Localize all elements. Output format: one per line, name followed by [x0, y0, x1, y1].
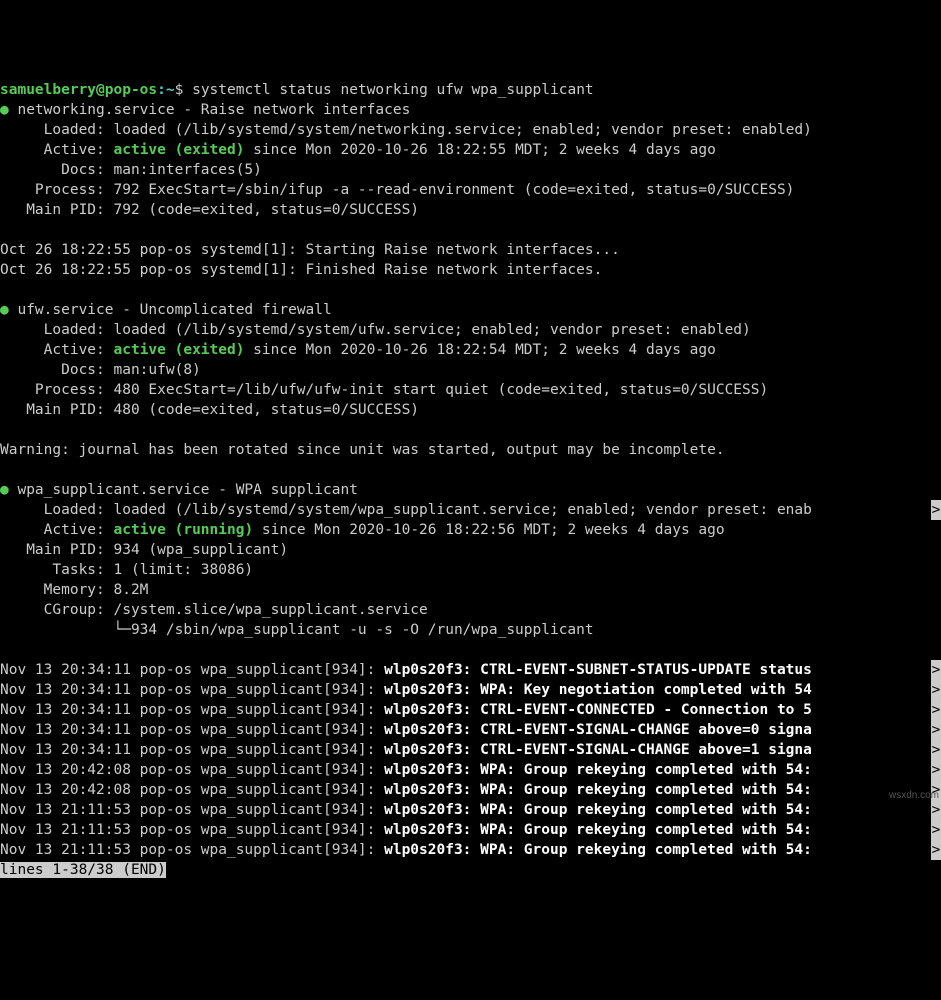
active-status: active (exited) [114, 342, 245, 358]
truncation-arrow-icon: > [931, 680, 941, 700]
journal-line: Nov 13 21:11:53 pop-os wpa_supplicant[93… [0, 820, 941, 840]
truncation-arrow-icon: > [931, 700, 941, 720]
active-status: active (exited) [114, 142, 245, 158]
status-dot-icon: ● [0, 102, 9, 118]
journal-line: Nov 13 20:34:11 pop-os wpa_supplicant[93… [0, 720, 941, 740]
active-status: active (running) [114, 522, 254, 538]
service-title: ● ufw.service - Uncomplicated firewall [0, 300, 941, 320]
loaded-line: Loaded: loaded (/lib/systemd/system/wpa_… [0, 500, 941, 520]
loaded-line: Loaded: loaded (/lib/systemd/system/ufw.… [0, 320, 941, 340]
truncation-arrow-icon: > [931, 740, 941, 760]
terminal-output[interactable]: samuelberry@pop-os:~$ systemctl status n… [0, 80, 941, 880]
prompt-host: pop-os [105, 82, 157, 98]
mainpid-line: Main PID: 480 (code=exited, status=0/SUC… [0, 400, 941, 420]
journal-line: Oct 26 18:22:55 pop-os systemd[1]: Finis… [0, 260, 941, 280]
journal-line: Nov 13 20:42:08 pop-os wpa_supplicant[93… [0, 760, 941, 780]
journal-line: Nov 13 21:11:53 pop-os wpa_supplicant[93… [0, 800, 941, 820]
truncation-arrow-icon: > [931, 500, 941, 520]
active-line: Active: active (exited) since Mon 2020-1… [0, 340, 941, 360]
truncation-arrow-icon: > [931, 760, 941, 780]
docs-line: Docs: man:ufw(8) [0, 360, 941, 380]
status-dot-icon: ● [0, 482, 9, 498]
active-line: Active: active (running) since Mon 2020-… [0, 520, 941, 540]
truncation-arrow-icon: > [931, 660, 941, 680]
watermark: wsxdn.com [889, 786, 939, 806]
mainpid-line: Main PID: 934 (wpa_supplicant) [0, 540, 941, 560]
command: systemctl status networking ufw wpa_supp… [192, 82, 594, 98]
mainpid-line: Main PID: 792 (code=exited, status=0/SUC… [0, 200, 941, 220]
journal-line: Oct 26 18:22:55 pop-os systemd[1]: Start… [0, 240, 941, 260]
journal-line: Nov 13 20:34:11 pop-os wpa_supplicant[93… [0, 740, 941, 760]
docs-line: Docs: man:interfaces(5) [0, 160, 941, 180]
loaded-line: Loaded: loaded (/lib/systemd/system/netw… [0, 120, 941, 140]
prompt-line: samuelberry@pop-os:~$ systemctl status n… [0, 80, 941, 100]
truncation-arrow-icon: > [931, 720, 941, 740]
journal-line: Nov 13 20:34:11 pop-os wpa_supplicant[93… [0, 700, 941, 720]
truncation-arrow-icon: > [931, 840, 941, 860]
process-line: Process: 480 ExecStart=/lib/ufw/ufw-init… [0, 380, 941, 400]
journal-line: Nov 13 20:34:11 pop-os wpa_supplicant[93… [0, 680, 941, 700]
cgroup-line: CGroup: /system.slice/wpa_supplicant.ser… [0, 600, 941, 620]
journal-line: Nov 13 21:11:53 pop-os wpa_supplicant[93… [0, 840, 941, 860]
memory-line: Memory: 8.2M [0, 580, 941, 600]
journal-line: Nov 13 20:42:08 pop-os wpa_supplicant[93… [0, 780, 941, 800]
cgroup-tree: └─934 /sbin/wpa_supplicant -u -s -O /run… [0, 620, 941, 640]
prompt-cwd: ~ [166, 82, 175, 98]
service-title: ● wpa_supplicant.service - WPA supplican… [0, 480, 941, 500]
service-title: ● networking.service - Raise network int… [0, 100, 941, 120]
journal-line: Nov 13 20:34:11 pop-os wpa_supplicant[93… [0, 660, 941, 680]
journal-warning: Warning: journal has been rotated since … [0, 440, 941, 460]
process-line: Process: 792 ExecStart=/sbin/ifup -a --r… [0, 180, 941, 200]
prompt-user: samuelberry [0, 82, 96, 98]
status-dot-icon: ● [0, 302, 9, 318]
active-line: Active: active (exited) since Mon 2020-1… [0, 140, 941, 160]
truncation-arrow-icon: > [931, 820, 941, 840]
tasks-line: Tasks: 1 (limit: 38086) [0, 560, 941, 580]
pager-status[interactable]: lines 1-38/38 (END) [0, 860, 941, 880]
